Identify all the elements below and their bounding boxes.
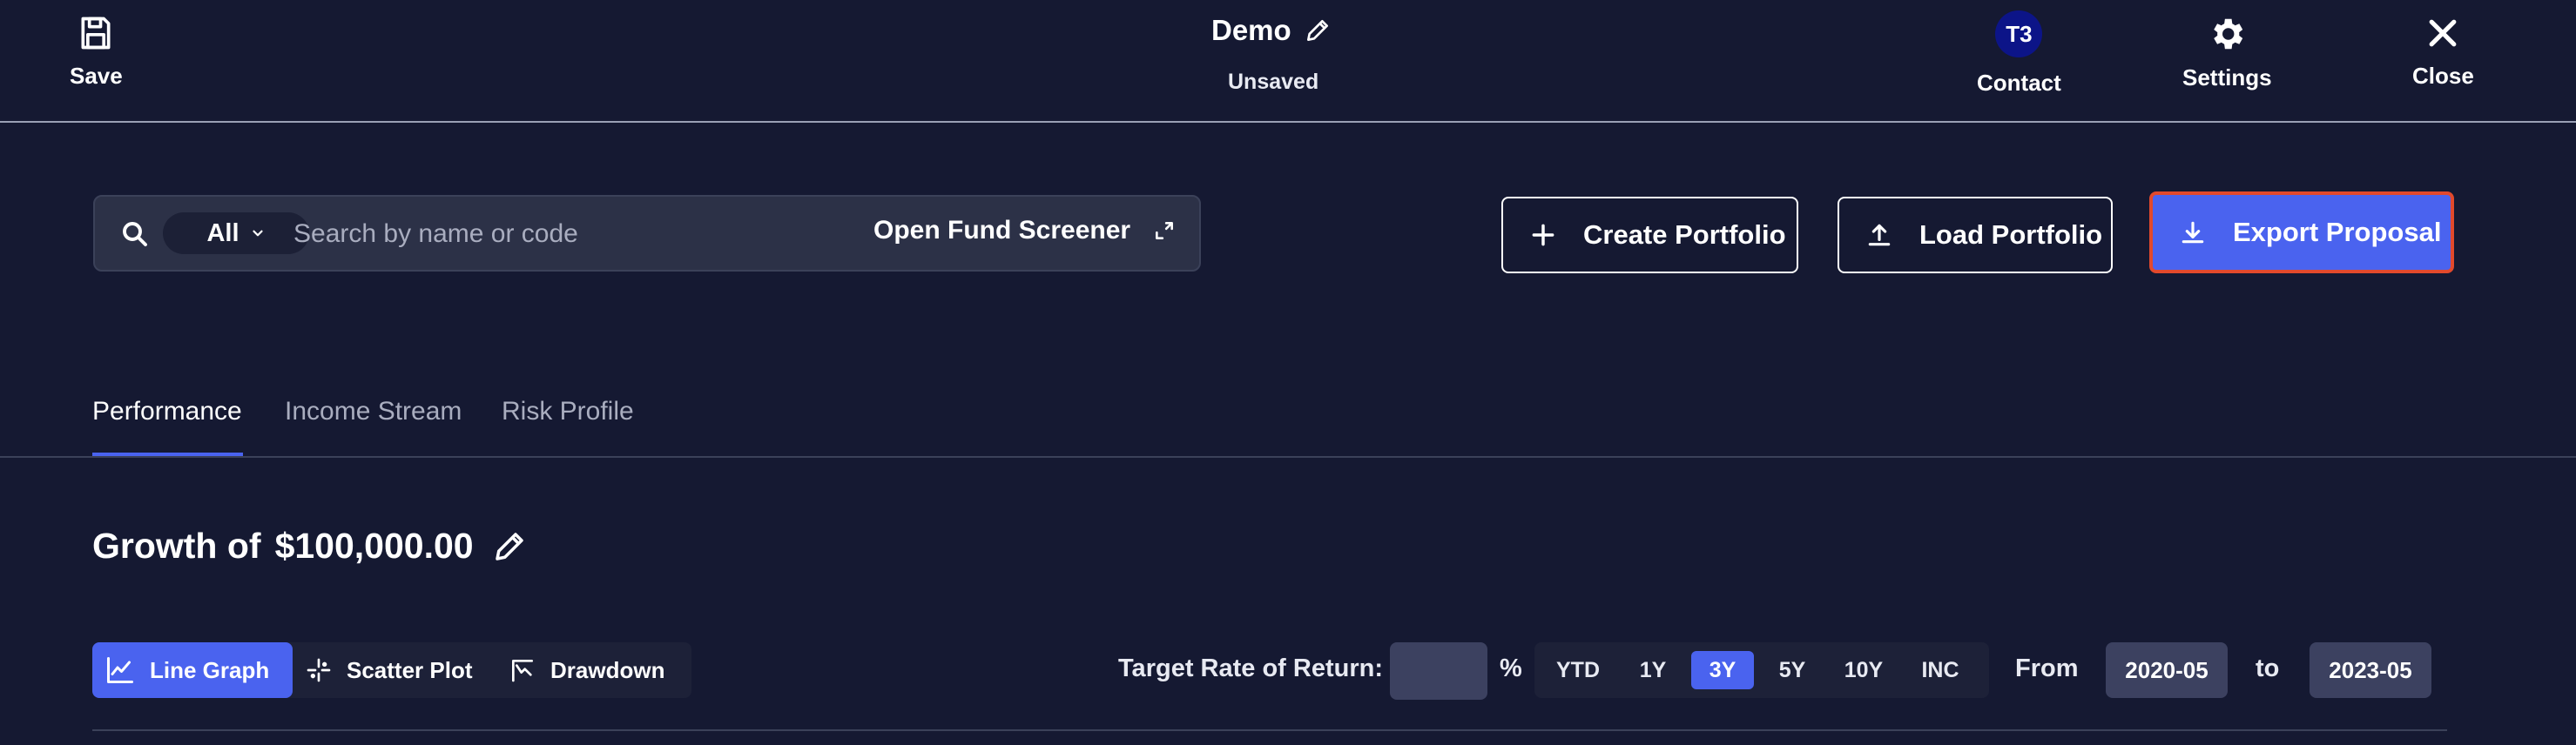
period-5y[interactable]: 5Y [1764,651,1820,689]
download-icon [2179,218,2207,246]
edit-amount-pencil-icon[interactable] [491,528,528,565]
growth-amount: $100,000.00 [274,526,474,566]
save-icon [77,14,115,52]
line-graph-label: Line Graph [150,656,270,683]
settings-button[interactable]: Settings [2182,14,2272,91]
search-input[interactable] [292,209,835,259]
period-1y[interactable]: 1Y [1627,651,1679,689]
settings-label: Settings [2182,64,2272,91]
load-portfolio-button[interactable]: Load Portfolio [1838,197,2113,273]
export-proposal-label: Export Proposal [2233,217,2442,247]
target-return-input[interactable] [1390,642,1487,700]
top-bar: Save Demo Unsaved T3 Contact Settings Cl… [0,0,2576,123]
document-title: Demo [1211,14,1332,47]
scatter-plot-label: Scatter Plot [347,656,473,683]
section-divider [92,729,2447,731]
upload-icon [1865,221,1893,249]
contact-label: Contact [1977,70,2061,96]
drawdown-icon [509,656,536,684]
export-proposal-button[interactable]: Export Proposal [2149,191,2454,273]
target-return-label: Target Rate of Return: [1118,654,1383,682]
date-from-field[interactable]: 2020-05 [2106,642,2228,698]
tab-risk-profile[interactable]: Risk Profile [502,397,634,426]
tab-income-stream[interactable]: Income Stream [285,397,462,426]
save-label: Save [70,63,123,89]
fund-search-bar: All Open Fund Screener [93,195,1201,272]
drawdown-label: Drawdown [550,656,665,683]
period-10y[interactable]: 10Y [1832,651,1895,689]
load-portfolio-label: Load Portfolio [1919,219,2103,250]
close-button[interactable]: Close [2412,14,2474,90]
search-icon [119,218,151,250]
chevron-down-icon [250,225,266,241]
period-ytd[interactable]: YTD [1545,651,1611,689]
date-to-field[interactable]: 2023-05 [2310,642,2431,698]
gear-icon [2207,14,2247,54]
line-graph-button[interactable]: Line Graph [92,642,293,698]
scatter-plot-button[interactable]: Scatter Plot [305,642,473,698]
search-filter-dropdown[interactable]: All [163,212,309,254]
period-inc[interactable]: INC [1907,651,1973,689]
date-to-label: to [2256,654,2280,682]
chart-type-toggle: Line Graph Scatter Plot Drawdown [92,642,691,698]
line-graph-icon [105,654,136,686]
tab-performance[interactable]: Performance [92,397,242,426]
period-3y[interactable]: 3Y [1691,651,1754,689]
growth-heading: Growth of $100,000.00 [92,526,528,567]
contact-button[interactable]: T3 Contact [1977,10,2061,97]
target-return-unit: % [1500,654,1522,682]
scatter-plot-icon [305,656,333,684]
rename-pencil-icon[interactable] [1304,17,1332,44]
period-selector: YTD 1Y 3Y 5Y 10Y INC [1534,642,1989,698]
create-portfolio-label: Create Portfolio [1583,219,1786,250]
save-button[interactable]: Save [70,14,123,90]
growth-prefix: Growth of [92,526,261,566]
avatar: T3 [1995,10,2043,57]
close-label: Close [2412,63,2474,89]
document-status: Unsaved [1228,70,1319,94]
tabs-divider [0,456,2576,458]
drawdown-button[interactable]: Drawdown [509,642,664,698]
document-name: Demo [1211,14,1291,46]
open-fund-screener-label: Open Fund Screener [873,216,1131,245]
plus-icon [1529,221,1557,249]
filter-value: All [206,218,239,247]
create-portfolio-button[interactable]: Create Portfolio [1501,197,1798,273]
open-fund-screener-button[interactable]: Open Fund Screener [873,216,1176,245]
expand-icon [1153,219,1176,242]
close-icon [2424,14,2462,52]
date-from-label: From [2015,654,2079,682]
